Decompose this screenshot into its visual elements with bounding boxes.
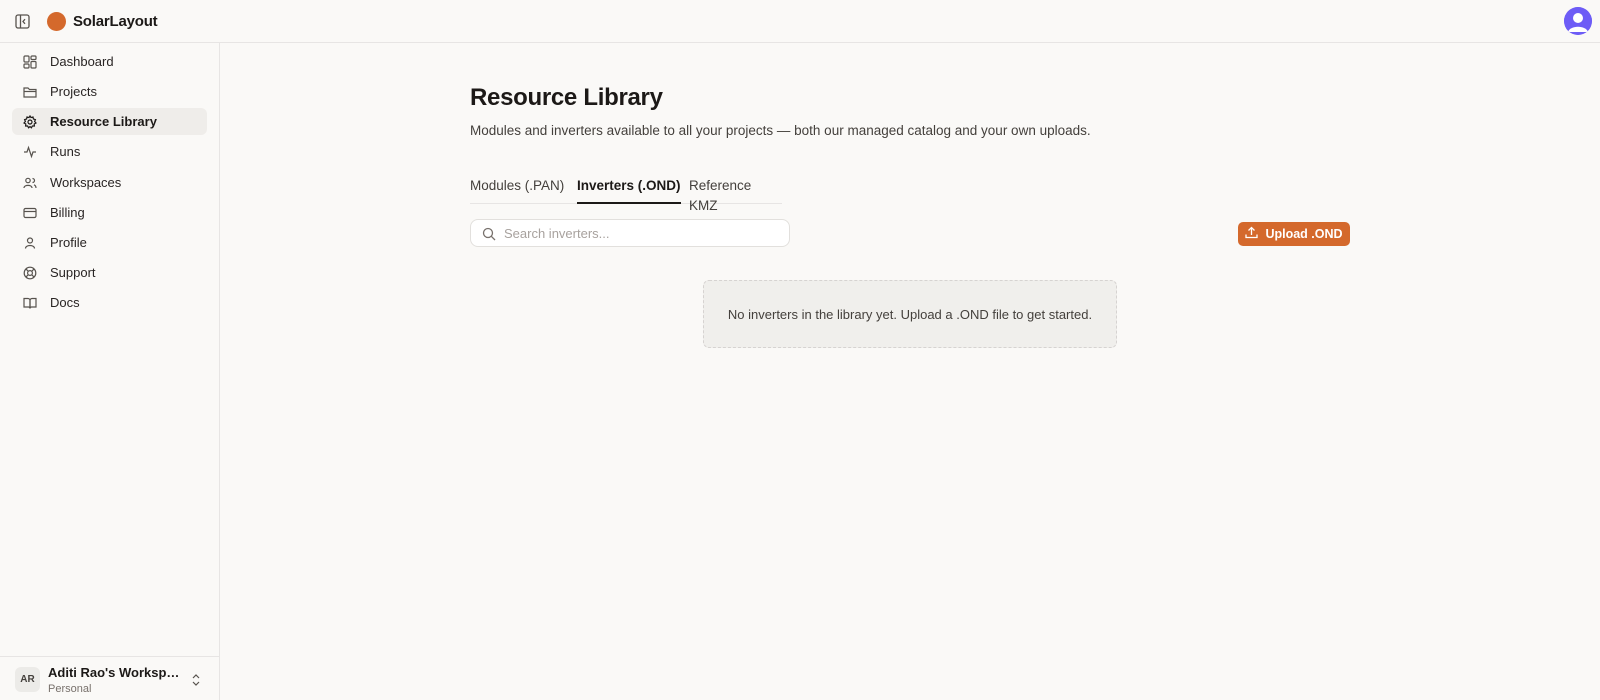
sidebar-toggle-icon[interactable]	[13, 12, 31, 30]
sidebar-item-billing[interactable]: Billing	[12, 199, 207, 226]
empty-state-message: No inverters in the library yet. Upload …	[727, 306, 1093, 322]
app-title: SolarLayout	[73, 13, 158, 30]
page-subtitle: Modules and inverters available to all y…	[470, 123, 1091, 138]
workspace-name: Aditi Rao's Workspace	[48, 665, 180, 680]
tab-bar: Modules (.PAN) Inverters (.OND) Referenc…	[470, 176, 782, 213]
sidebar-item-label: Support	[50, 265, 96, 280]
dashboard-grid-icon	[22, 54, 38, 70]
sidebar-item-workspaces[interactable]: Workspaces	[12, 169, 207, 196]
sidebar-item-profile[interactable]: Profile	[12, 229, 207, 256]
sidebar-item-label: Resource Library	[50, 114, 157, 129]
user-icon	[22, 235, 38, 251]
chevrons-up-down-icon	[190, 673, 202, 687]
upload-icon	[1245, 226, 1259, 242]
credit-card-icon	[22, 205, 38, 221]
book-open-icon	[22, 295, 38, 311]
user-avatar[interactable]	[1564, 7, 1592, 35]
sidebar-item-label: Projects	[50, 84, 97, 99]
users-icon	[22, 175, 38, 191]
activity-icon	[22, 144, 38, 160]
workspace-switcher[interactable]: AR Aditi Rao's Workspace Personal	[0, 656, 219, 700]
tab-inverters[interactable]: Inverters (.OND)	[577, 176, 681, 204]
sidebar-item-label: Runs	[50, 144, 81, 159]
search-input[interactable]	[504, 223, 784, 243]
sidebar-item-runs[interactable]: Runs	[12, 138, 207, 165]
sidebar-item-label: Dashboard	[50, 54, 114, 69]
sidebar-item-label: Billing	[50, 205, 85, 220]
sidebar-item-label: Workspaces	[50, 175, 122, 190]
search-box	[470, 219, 790, 247]
folder-icon	[22, 84, 38, 100]
tab-reference-kmz[interactable]: Reference KMZ	[689, 176, 782, 213]
workspace-avatar: AR	[15, 667, 40, 692]
search-icon	[482, 227, 496, 241]
upload-button-label: Upload .OND	[1265, 227, 1343, 241]
sidebar-item-docs[interactable]: Docs	[12, 289, 207, 316]
upload-ond-button[interactable]: Upload .OND	[1238, 222, 1350, 246]
gear-icon	[22, 114, 38, 130]
page-title: Resource Library	[470, 84, 663, 111]
sidebar-item-resource-library[interactable]: Resource Library	[12, 108, 207, 135]
sidebar-item-dashboard[interactable]: Dashboard	[12, 48, 207, 75]
life-buoy-icon	[22, 265, 38, 281]
sidebar: Dashboard Projects Resource Library Runs	[0, 43, 220, 700]
top-bar: SolarLayout	[0, 0, 1600, 43]
sidebar-item-label: Docs	[50, 295, 80, 310]
sidebar-item-projects[interactable]: Projects	[12, 78, 207, 105]
tab-modules[interactable]: Modules (.PAN)	[470, 176, 564, 204]
logo-icon	[47, 12, 66, 31]
workspace-type: Personal	[48, 683, 92, 695]
sidebar-item-label: Profile	[50, 235, 87, 250]
empty-state: No inverters in the library yet. Upload …	[703, 280, 1117, 348]
sidebar-item-support[interactable]: Support	[12, 259, 207, 286]
